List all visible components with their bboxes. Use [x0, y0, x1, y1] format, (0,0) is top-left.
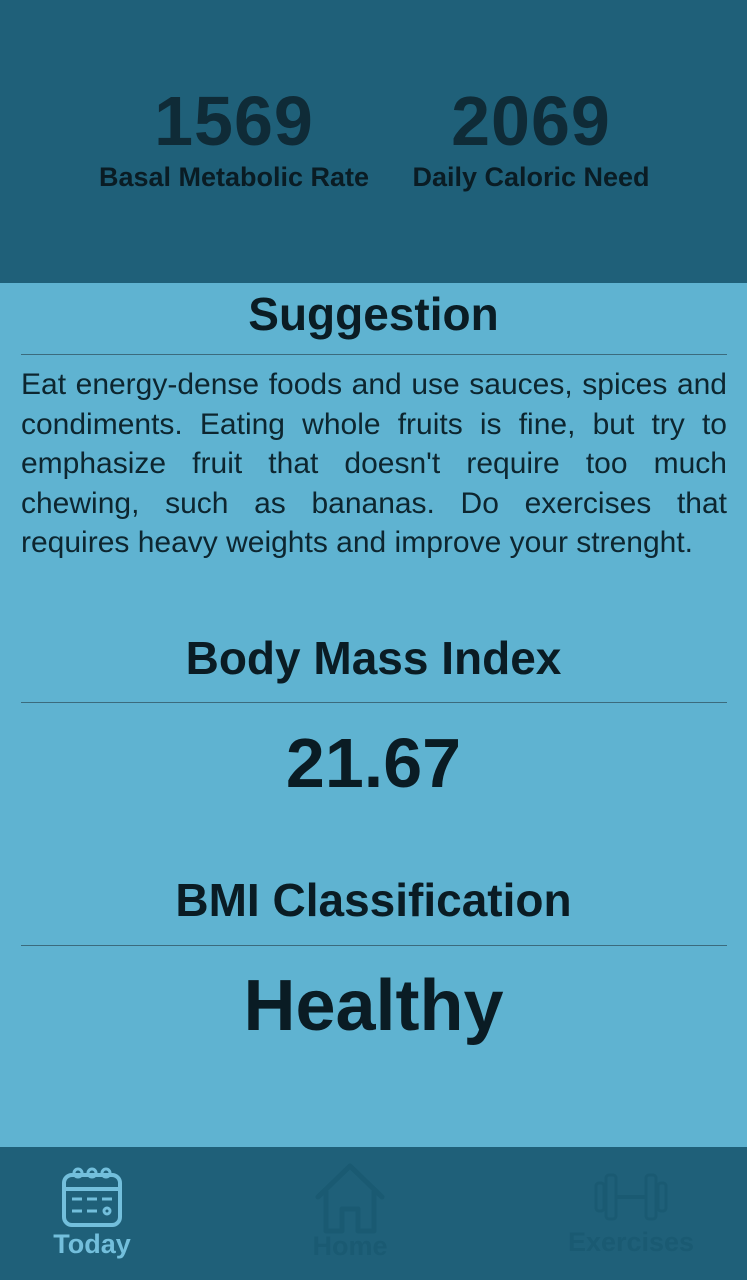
- daily-caloric-need-label: Daily Caloric Need: [412, 162, 650, 192]
- daily-caloric-need-stat: 2069 Daily Caloric Need: [410, 86, 652, 193]
- calendar-icon: [62, 1167, 122, 1227]
- main-content: Suggestion Eat energy-dense foods and us…: [0, 283, 747, 1146]
- nav-exercises-label: Exercises: [567, 1227, 695, 1257]
- bmi-classification-title: BMI Classification: [175, 874, 572, 926]
- nav-home-label: Home: [312, 1231, 388, 1261]
- bmi-value: 21.67: [285, 724, 462, 802]
- stats-header: 1569 Basal Metabolic Rate 2069 Daily Cal…: [0, 0, 747, 283]
- nav-today-label: Today: [53, 1229, 131, 1259]
- dumbbell-icon: [594, 1173, 668, 1221]
- home-icon: [315, 1163, 385, 1234]
- suggestion-divider: [21, 354, 727, 355]
- bmi-classification-divider: [21, 945, 727, 946]
- nav-today[interactable]: Today: [46, 1165, 138, 1260]
- suggestion-text: Eat energy-dense foods and use sauces, s…: [21, 368, 727, 559]
- bottom-navigation: Today Home Exercises: [0, 1147, 747, 1280]
- daily-caloric-need-value: 2069: [451, 82, 611, 160]
- nav-home[interactable]: Home: [300, 1161, 400, 1262]
- bmi-title: Body Mass Index: [185, 632, 562, 684]
- bmi-classification-value: Healthy: [243, 966, 504, 1046]
- bmr-value: 1569: [154, 82, 314, 160]
- suggestion-title: Suggestion: [248, 288, 499, 340]
- bmr-stat: 1569 Basal Metabolic Rate: [96, 86, 372, 193]
- bmr-label: Basal Metabolic Rate: [98, 162, 370, 192]
- nav-exercises[interactable]: Exercises: [562, 1171, 700, 1258]
- bmi-divider: [21, 702, 727, 703]
